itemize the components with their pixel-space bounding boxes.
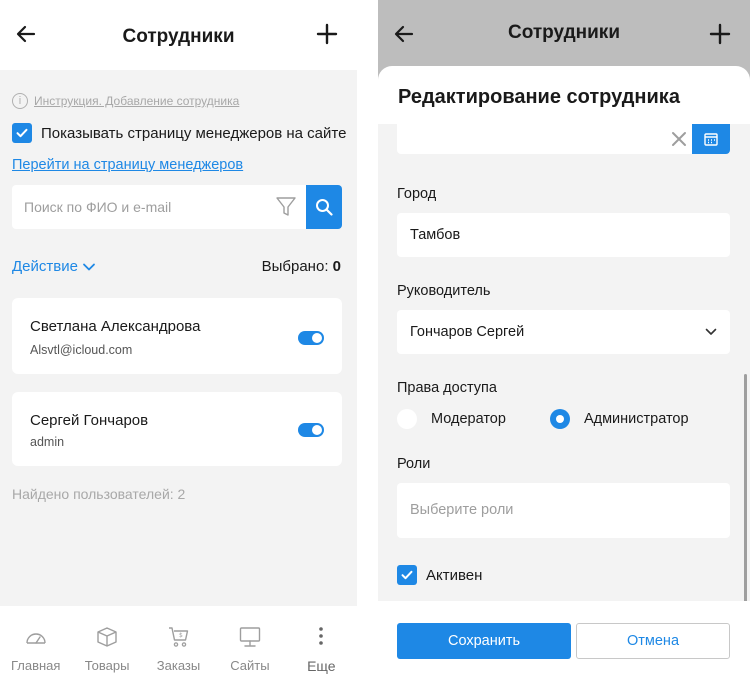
- show-managers-checkbox-row[interactable]: Показывать страницу менеджеров на сайте: [12, 123, 346, 143]
- nav-label: Заказы: [156, 658, 201, 673]
- employee-email: Alsvtl@icloud.com: [30, 343, 133, 357]
- roles-select[interactable]: Выберите роли: [397, 483, 730, 538]
- nav-label: Сайты: [230, 658, 270, 673]
- nav-item-orders[interactable]: $ Заказы: [143, 606, 214, 688]
- nav-label: Товары: [84, 658, 130, 673]
- active-checkbox[interactable]: [397, 565, 417, 585]
- employee-card[interactable]: Сергей Гончаров admin: [12, 392, 342, 466]
- sheet-title: Редактирование сотрудника: [398, 86, 680, 108]
- page-title: Сотрудники: [507, 22, 620, 43]
- search-bar: Поиск по ФИО и e-mail: [12, 185, 342, 229]
- instruction-hint: i Инструкция. Добавление сотрудника: [12, 93, 239, 109]
- clear-icon[interactable]: [668, 128, 690, 150]
- selected-label: Выбрано:: [261, 258, 329, 275]
- calendar-icon: [704, 133, 718, 146]
- radio-moderator-label: Модератор: [431, 411, 506, 427]
- radio-moderator[interactable]: [397, 409, 417, 429]
- nav-item-products[interactable]: Товары: [71, 606, 142, 688]
- show-managers-checkbox[interactable]: [12, 123, 32, 143]
- employee-email: admin: [30, 435, 65, 449]
- nav-item-home[interactable]: Главная: [0, 606, 71, 688]
- show-managers-label: Показывать страницу менеджеров на сайте: [41, 124, 347, 142]
- actions-label: Действие: [12, 258, 78, 275]
- selected-count: 0: [332, 258, 341, 275]
- actions-dropdown[interactable]: Действие: [12, 258, 97, 275]
- found-count: Найдено пользователей: 2: [12, 486, 186, 502]
- employees-screen: Сотрудники i Инструкция. Добавление сотр…: [0, 0, 357, 688]
- add-icon[interactable]: [315, 22, 339, 46]
- active-label: Активен: [426, 566, 483, 584]
- radio-administrator[interactable]: [549, 409, 570, 429]
- nav-label: Главная: [10, 658, 61, 673]
- top-bar: Сотрудники: [0, 0, 357, 70]
- radio-administrator-label: Администратор: [583, 411, 689, 427]
- employee-name: Сергей Гончаров: [30, 412, 149, 429]
- form-body: Город Тамбов Руководитель Гончаров Серге…: [378, 124, 750, 667]
- bottom-nav: Главная Товары $ Заказы Сайты Еще: [0, 606, 357, 688]
- dashboard-icon: [26, 633, 46, 644]
- page-title: Сотрудники: [122, 26, 235, 47]
- roles-label: Роли: [397, 456, 431, 472]
- access-radio-group: Модератор Администратор: [397, 409, 689, 429]
- monitor-icon: [239, 627, 261, 647]
- edit-employee-screen: Сотрудники Редактирование сотрудника Гор…: [378, 0, 750, 688]
- city-label: Город: [397, 186, 437, 202]
- manager-label: Руководитель: [397, 283, 491, 299]
- nav-item-more[interactable]: Еще: [286, 606, 357, 688]
- date-field[interactable]: [397, 124, 730, 154]
- form-footer: Сохранить Отмена: [378, 601, 750, 688]
- add-icon[interactable]: [708, 22, 732, 46]
- box-icon: [97, 627, 117, 647]
- employee-name: Светлана Александрова: [30, 318, 201, 335]
- active-checkbox-row[interactable]: Активен: [397, 565, 482, 585]
- scrollbar[interactable]: [744, 374, 747, 604]
- more-vertical-icon: [319, 627, 324, 645]
- chevron-down-icon: [83, 263, 95, 270]
- access-label: Права доступа: [397, 380, 497, 396]
- manager-select[interactable]: Гончаров Сергей: [397, 310, 730, 354]
- calendar-button[interactable]: [692, 124, 730, 154]
- edit-employee-sheet: Редактирование сотрудника Город Тамбов Р…: [378, 66, 750, 688]
- chevron-down-icon: [705, 328, 717, 335]
- cancel-button[interactable]: Отмена: [576, 623, 730, 659]
- managers-page-link[interactable]: Перейти на страницу менеджеров: [12, 157, 243, 173]
- nav-item-sites[interactable]: Сайты: [214, 606, 285, 688]
- search-icon: [316, 199, 333, 216]
- employee-active-toggle[interactable]: [298, 423, 324, 437]
- search-input[interactable]: Поиск по ФИО и e-mail: [12, 185, 306, 229]
- svg-text:$: $: [179, 632, 183, 639]
- cart-icon: $: [168, 627, 188, 647]
- employee-card[interactable]: Светлана Александрова Alsvtl@icloud.com: [12, 298, 342, 374]
- info-icon: i: [12, 93, 28, 109]
- nav-label: Еще: [307, 658, 336, 674]
- selected-counter: Выбрано: 0: [262, 258, 341, 275]
- search-placeholder: Поиск по ФИО и e-mail: [24, 199, 172, 215]
- city-input[interactable]: Тамбов: [397, 213, 730, 257]
- manager-value: Гончаров Сергей: [410, 324, 525, 340]
- search-button[interactable]: [306, 185, 342, 229]
- check-icon: [401, 570, 413, 580]
- filter-icon[interactable]: [275, 195, 297, 219]
- save-button[interactable]: Сохранить: [397, 623, 571, 659]
- check-icon: [16, 128, 28, 138]
- employee-active-toggle[interactable]: [298, 331, 324, 345]
- city-value: Тамбов: [410, 227, 461, 243]
- top-bar: Сотрудники: [378, 0, 750, 66]
- instruction-link[interactable]: Инструкция. Добавление сотрудника: [34, 94, 239, 108]
- roles-placeholder: Выберите роли: [410, 502, 514, 518]
